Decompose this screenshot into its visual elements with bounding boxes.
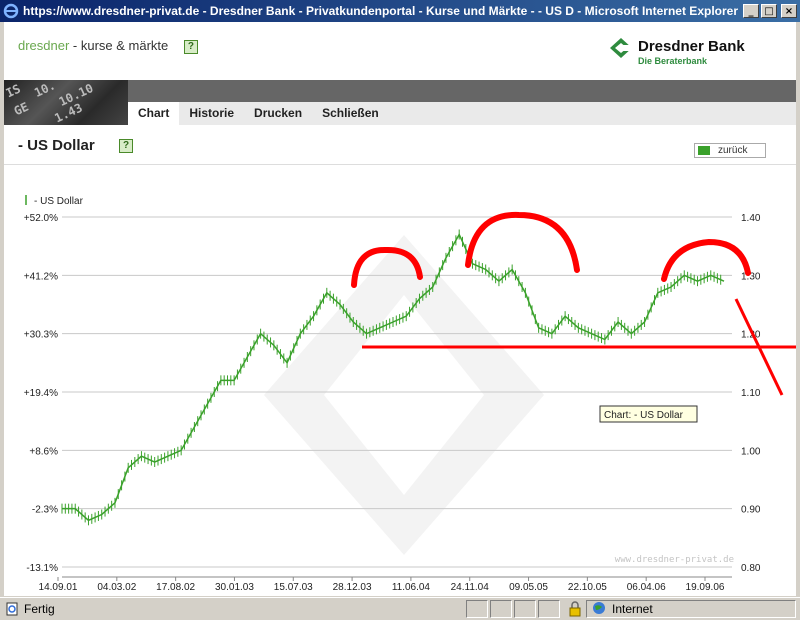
lock-icon [569, 601, 581, 617]
status-text: Fertig [24, 602, 55, 616]
x-tick-label: 19.09.06 [686, 582, 725, 593]
y-tick-label-left: +8.6% [29, 446, 58, 457]
x-tick-label: 09.05.05 [509, 582, 548, 593]
status-panel [466, 600, 488, 618]
y-tick-label-left: +52.0% [24, 213, 58, 224]
back-button-swatch [698, 146, 710, 155]
chart-tooltip-label: Chart: - US Dollar [604, 410, 684, 421]
back-button[interactable]: zurück [694, 143, 766, 158]
title-help-button[interactable]: ? [119, 139, 133, 153]
y-tick-label-right: 0.90 [741, 505, 761, 516]
tab-drucken[interactable]: Drucken [244, 102, 312, 125]
status-panel [490, 600, 512, 618]
page-icon [6, 602, 18, 616]
status-panel [514, 600, 536, 618]
x-tick-label: 22.10.05 [568, 582, 607, 593]
chart-watermark: www.dresdner-privat.de [615, 555, 734, 565]
window-titlebar: https://www.dresdner-privat.de - Dresdne… [0, 0, 800, 22]
price-chart[interactable]: - US Dollar+52.0% 1.40+41.2% 1.30+30.3% 1.2… [4, 165, 796, 596]
brand-section: - kurse & märkte [69, 38, 169, 53]
y-tick-label-left: +19.4% [24, 388, 58, 399]
status-bar: Fertig Internet [0, 597, 800, 620]
stock-ticker-image: IS 10. 10.10 GE 1.43 [4, 80, 128, 125]
page-title: - US Dollar [18, 137, 95, 154]
x-tick-label: 04.03.02 [97, 582, 136, 593]
x-tick-label: 24.11.04 [451, 582, 490, 593]
tab-schliessen[interactable]: Schließen [312, 102, 389, 125]
x-tick-label: 30.01.03 [215, 582, 254, 593]
globe-icon [593, 602, 605, 614]
y-tick-label-right: 1.00 [741, 446, 761, 457]
tab-chart[interactable]: Chart [128, 102, 180, 125]
logo-tagline: Die Beraterbank [638, 56, 708, 66]
nav-band: IS 10. 10.10 GE 1.43 Chart Historie Drucken… [4, 80, 796, 125]
dresdner-bank-logo[interactable]: Dresdner Bank Die Beraterbank [608, 36, 788, 76]
brand-name: dresdner [18, 38, 70, 53]
security-zone: Internet [612, 602, 653, 616]
y-tick-label-right: 1.10 [741, 388, 761, 399]
x-tick-label: 14.09.01 [39, 582, 78, 593]
minimize-button[interactable]: _ [743, 4, 759, 18]
x-tick-label: 11.06.04 [392, 582, 431, 593]
annotation-right-shoulder [661, 238, 751, 282]
x-tick-label: 17.08.02 [156, 582, 195, 593]
tab-bar: Chart Historie Drucken Schließen [128, 102, 796, 125]
y-tick-label-left: +30.3% [24, 330, 58, 341]
y-tick-label-left: -13.1% [26, 563, 58, 574]
help-button[interactable]: ? [183, 39, 198, 54]
close-button[interactable]: × [781, 4, 797, 18]
y-tick-label-left: -2.3% [32, 505, 58, 516]
annotation-head [465, 211, 580, 273]
maximize-button[interactable]: □ [761, 4, 777, 18]
x-tick-label: 15.07.03 [274, 582, 313, 593]
logo-name: Dresdner Bank [638, 38, 745, 55]
x-tick-label: 28.12.03 [333, 582, 372, 593]
status-panel [538, 600, 560, 618]
page-header: - US Dollar ? zurück [4, 125, 796, 165]
logo-icon [610, 38, 633, 58]
internet-explorer-icon [3, 3, 19, 19]
x-tick-label: 06.04.06 [627, 582, 666, 593]
y-tick-label-right: 1.40 [741, 213, 761, 224]
window-title: https://www.dresdner-privat.de - Dresdne… [23, 4, 738, 18]
legend-label: - US Dollar [34, 196, 84, 207]
back-button-label: zurück [718, 145, 748, 156]
tab-historie[interactable]: Historie [179, 102, 244, 125]
y-tick-label-right: 0.80 [741, 563, 761, 574]
brand-header: dresdner - kurse & märkte ? Dresdner Ban… [4, 22, 796, 80]
y-tick-label-left: +41.2% [24, 271, 58, 282]
browser-content: dresdner - kurse & märkte ? Dresdner Ban… [4, 22, 796, 596]
